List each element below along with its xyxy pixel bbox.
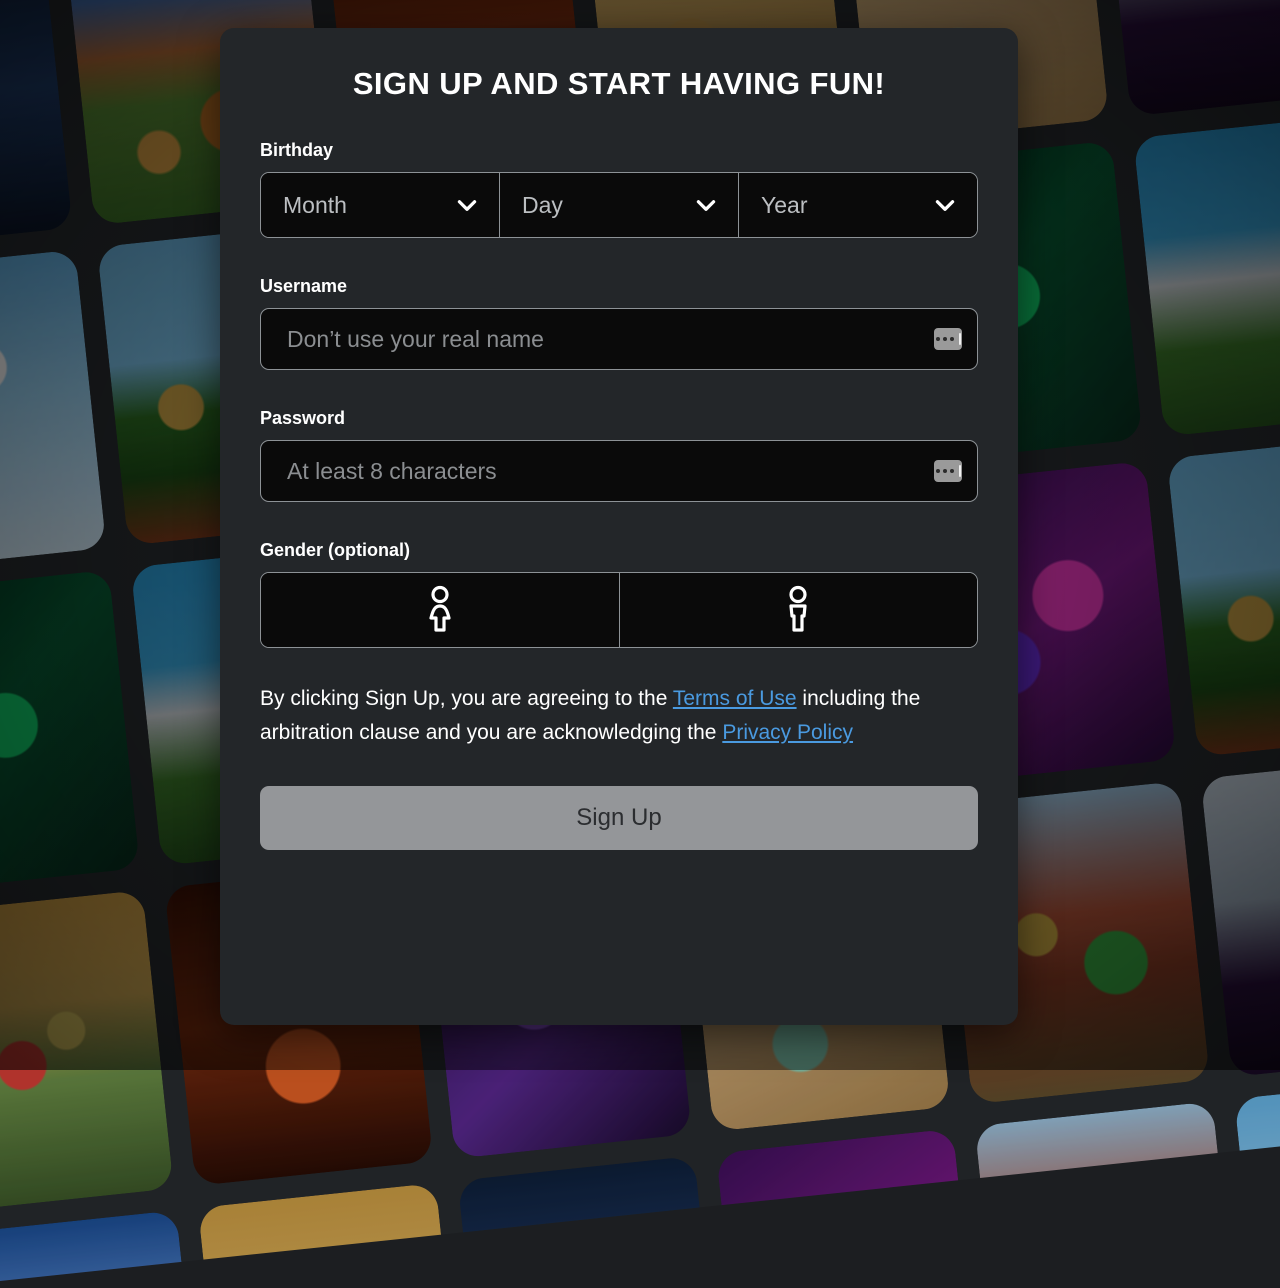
privacy-policy-link[interactable]: Privacy Policy bbox=[722, 721, 853, 744]
sign-up-button[interactable]: Sign Up bbox=[260, 786, 978, 850]
username-label: Username bbox=[260, 276, 978, 297]
background-thumbnail bbox=[198, 1183, 466, 1288]
terms-of-use-link[interactable]: Terms of Use bbox=[673, 687, 797, 710]
background-thumbnail bbox=[0, 570, 140, 893]
background-thumbnail bbox=[457, 1156, 725, 1288]
password-input[interactable]: At least 8 characters bbox=[260, 440, 978, 502]
username-placeholder: Don’t use your real name bbox=[287, 326, 544, 353]
autofill-dot bbox=[936, 469, 940, 473]
male-figure-icon bbox=[779, 585, 817, 635]
background-thumbnail bbox=[0, 249, 107, 572]
background-thumbnail bbox=[0, 890, 174, 1213]
background-thumbnail bbox=[1167, 434, 1280, 757]
autofill-icon[interactable] bbox=[934, 460, 962, 482]
autofill-dot bbox=[943, 469, 947, 473]
birthday-year-select[interactable]: Year bbox=[739, 173, 977, 237]
legal-prefix: By clicking Sign Up, you are agreeing to… bbox=[260, 687, 673, 710]
background-thumbnail bbox=[1234, 1074, 1280, 1288]
signup-modal: SIGN UP AND START HAVING FUN! Birthday M… bbox=[220, 28, 1018, 1025]
legal-agreement-text: By clicking Sign Up, you are agreeing to… bbox=[260, 682, 960, 750]
password-label: Password bbox=[260, 408, 978, 429]
autofill-icon[interactable] bbox=[934, 328, 962, 350]
chevron-down-icon bbox=[693, 192, 719, 218]
background-thumbnail bbox=[716, 1129, 984, 1288]
chevron-down-icon bbox=[454, 192, 480, 218]
autofill-dot bbox=[950, 469, 954, 473]
background-thumbnail bbox=[1099, 0, 1280, 116]
username-input[interactable]: Don’t use your real name bbox=[260, 308, 978, 370]
autofill-dot bbox=[943, 337, 947, 341]
female-figure-icon bbox=[421, 585, 459, 635]
background-thumbnail bbox=[975, 1101, 1243, 1288]
page-title: SIGN UP AND START HAVING FUN! bbox=[260, 28, 978, 102]
gender-field-group bbox=[260, 572, 978, 648]
birthday-label: Birthday bbox=[260, 140, 978, 161]
gender-option-female[interactable] bbox=[261, 573, 620, 647]
birthday-day-select[interactable]: Day bbox=[500, 173, 739, 237]
birthday-month-value: Month bbox=[283, 192, 347, 219]
birthday-month-select[interactable]: Month bbox=[261, 173, 500, 237]
autofill-dot bbox=[950, 337, 954, 341]
autofill-bar bbox=[959, 465, 961, 477]
birthday-field-group: Month Day Year bbox=[260, 172, 978, 238]
background-thumbnail bbox=[0, 0, 73, 252]
birthday-year-value: Year bbox=[761, 192, 807, 219]
background-thumbnail bbox=[0, 1210, 208, 1288]
autofill-bar bbox=[959, 333, 961, 345]
autofill-dot bbox=[936, 337, 940, 341]
gender-label: Gender (optional) bbox=[260, 540, 978, 561]
birthday-day-value: Day bbox=[522, 192, 563, 219]
background-thumbnail bbox=[1133, 113, 1280, 436]
gender-option-male[interactable] bbox=[620, 573, 978, 647]
chevron-down-icon bbox=[932, 192, 958, 218]
password-placeholder: At least 8 characters bbox=[287, 458, 497, 485]
background-thumbnail bbox=[1200, 754, 1280, 1077]
